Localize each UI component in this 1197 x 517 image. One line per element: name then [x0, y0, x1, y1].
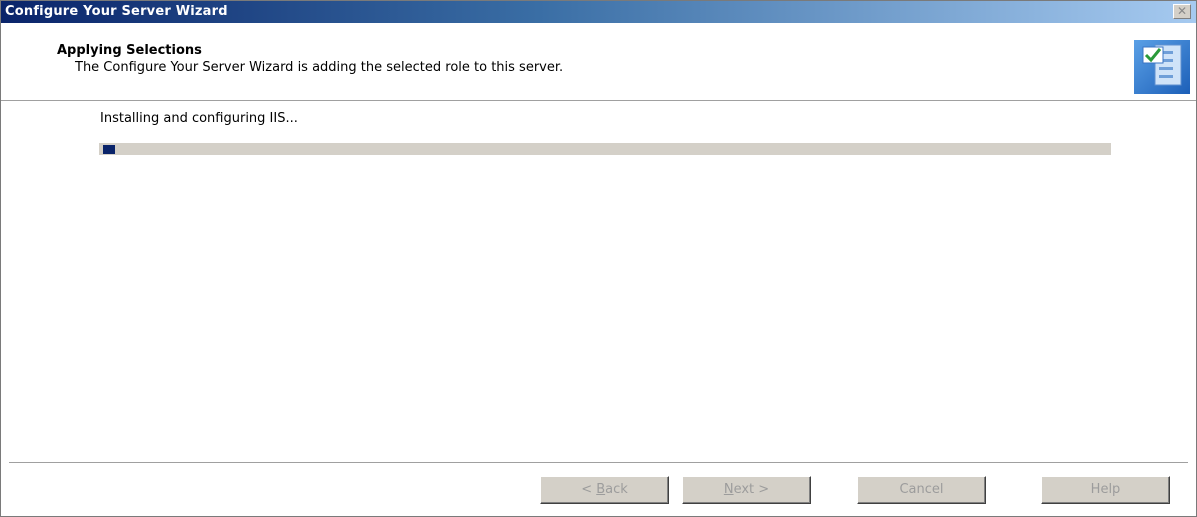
next-button[interactable]: Next >: [682, 476, 811, 504]
wizard-window: Configure Your Server Wizard ✕ Applying …: [0, 0, 1197, 517]
page-title: Applying Selections: [57, 43, 202, 58]
close-button[interactable]: ✕: [1173, 4, 1191, 19]
progress-bar: [99, 143, 1111, 155]
status-text: Installing and configuring IIS...: [100, 111, 298, 126]
page-subtitle: The Configure Your Server Wizard is addi…: [75, 60, 564, 75]
window-title: Configure Your Server Wizard: [5, 4, 228, 19]
title-bar[interactable]: Configure Your Server Wizard ✕: [1, 1, 1196, 23]
wizard-checklist-icon: [1134, 40, 1190, 94]
wizard-header: Applying Selections The Configure Your S…: [1, 23, 1196, 101]
divider: [9, 462, 1188, 464]
help-button[interactable]: Help: [1041, 476, 1170, 504]
close-icon: ✕: [1176, 4, 1188, 18]
cancel-button[interactable]: Cancel: [857, 476, 986, 504]
progress-chunk: [103, 145, 115, 154]
back-button[interactable]: < Back: [540, 476, 669, 504]
